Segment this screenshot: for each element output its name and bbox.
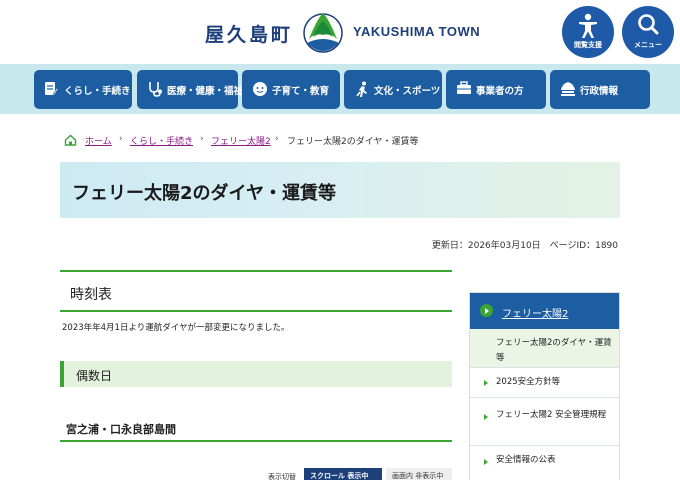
breadcrumb-separator: › (200, 134, 204, 144)
nav-label: 子育て・教育 (272, 86, 330, 97)
accessibility-button[interactable]: 閲覧支援 (562, 6, 614, 58)
even-days-heading: 偶数日 (76, 369, 113, 383)
menu-button[interactable]: メニュー (622, 6, 674, 58)
nav-item-business[interactable]: 事業者の方 (446, 70, 546, 109)
document-pen-icon (45, 82, 58, 96)
side-menu: フェリー太陽2 フェリー太陽2のダイヤ・運賃等 2025安全方針等 フェリー太陽… (469, 292, 620, 480)
arrow-right-icon (484, 380, 488, 386)
nav-item-medical[interactable]: 医療・健康・福祉 (137, 70, 243, 109)
menu-label: メニュー (634, 41, 662, 49)
nav-item-culture[interactable]: 文化・スポーツ (344, 70, 442, 109)
nav-label: 医療・健康・福祉 (167, 86, 244, 97)
breadcrumb-ferry[interactable]: フェリー太陽2 (211, 134, 271, 147)
global-nav: くらし・手続き 医療・健康・福祉 子育て・教育 文化・スポーツ 事業者の方 行政… (0, 64, 680, 114)
briefcase-icon (457, 81, 471, 94)
side-menu-item-label: フェリー太陽2のダイヤ・運賃等 (496, 338, 612, 363)
nav-item-administration[interactable]: 行政情報 (550, 70, 650, 109)
timetable-heading: 時刻表 (70, 287, 112, 303)
site-logo-english[interactable]: YAKUSHIMA TOWN (353, 24, 480, 39)
nav-label: 文化・スポーツ (374, 86, 441, 97)
scroll-display-button[interactable]: スクロール 表示中 (304, 468, 382, 480)
breadcrumb-current: フェリー太陽2のダイヤ・運賃等 (287, 137, 419, 147)
side-menu-item-label: 2025安全方針等 (496, 377, 561, 387)
arrow-right-icon (484, 459, 488, 465)
nav-label: 行政情報 (580, 86, 619, 97)
play-arrow-icon (480, 304, 493, 317)
side-menu-item-label: フェリー太陽2 安全管理規程 (496, 410, 607, 420)
route-heading-box: 宮之浦・口永良部島間 (60, 412, 452, 442)
side-menu-item-active[interactable]: フェリー太陽2のダイヤ・運賃等 (470, 329, 619, 367)
side-menu-item[interactable]: フェリー太陽2 安全管理規程 (470, 397, 619, 445)
nav-label: 事業者の方 (476, 86, 524, 97)
accessibility-label: 閲覧支援 (574, 41, 602, 49)
site-logo-japanese[interactable]: 屋久島町 (205, 20, 293, 47)
breadcrumb-living[interactable]: くらし・手続き (130, 134, 193, 147)
home-icon[interactable] (64, 134, 77, 146)
government-building-icon (561, 82, 575, 96)
page-updated-info: 更新日：2026年03月10日 ページID：1890 (431, 241, 618, 251)
page-title-banner: フェリー太陽2のダイヤ・運賃等 (60, 162, 620, 218)
breadcrumb-home[interactable]: ホーム (85, 134, 112, 147)
nav-item-living[interactable]: くらし・手続き (34, 70, 132, 109)
page-title: フェリー太陽2のダイヤ・運賃等 (72, 183, 336, 204)
side-menu-item[interactable]: 2025安全方針等 (470, 367, 619, 397)
side-menu-head-label: フェリー太陽2 (502, 309, 569, 320)
yakushima-logo-icon[interactable] (303, 9, 343, 55)
child-face-icon (253, 82, 267, 96)
side-menu-head[interactable]: フェリー太陽2 (470, 293, 619, 329)
breadcrumb-separator: › (119, 134, 123, 144)
side-menu-item-label: 安全情報の公表 (496, 455, 556, 465)
nav-label: くらし・手続き (64, 86, 131, 97)
site-header: 屋久島町 YAKUSHIMA TOWN 閲覧支援 メニュー (0, 0, 680, 64)
breadcrumb-separator: › (275, 134, 279, 144)
section-heading-timetable: 時刻表 (60, 270, 452, 312)
search-icon (638, 14, 659, 35)
runner-icon (356, 81, 367, 97)
schedule-change-notice: 2023年年4月1日より運航ダイヤが一部変更になりました。 (62, 323, 290, 333)
subheading-even-days: 偶数日 (60, 361, 452, 387)
stethoscope-icon (149, 82, 162, 97)
side-menu-item[interactable]: 安全情報の公表 (470, 445, 619, 480)
arrow-right-icon (484, 414, 488, 420)
person-accessibility-icon (579, 13, 597, 38)
route-heading: 宮之浦・口永良部島間 (66, 423, 176, 436)
nav-item-childcare[interactable]: 子育て・教育 (242, 70, 340, 109)
inline-display-button[interactable]: 画面内 非表示中 (386, 468, 452, 480)
toggle-label: 表示切替 (268, 473, 296, 480)
